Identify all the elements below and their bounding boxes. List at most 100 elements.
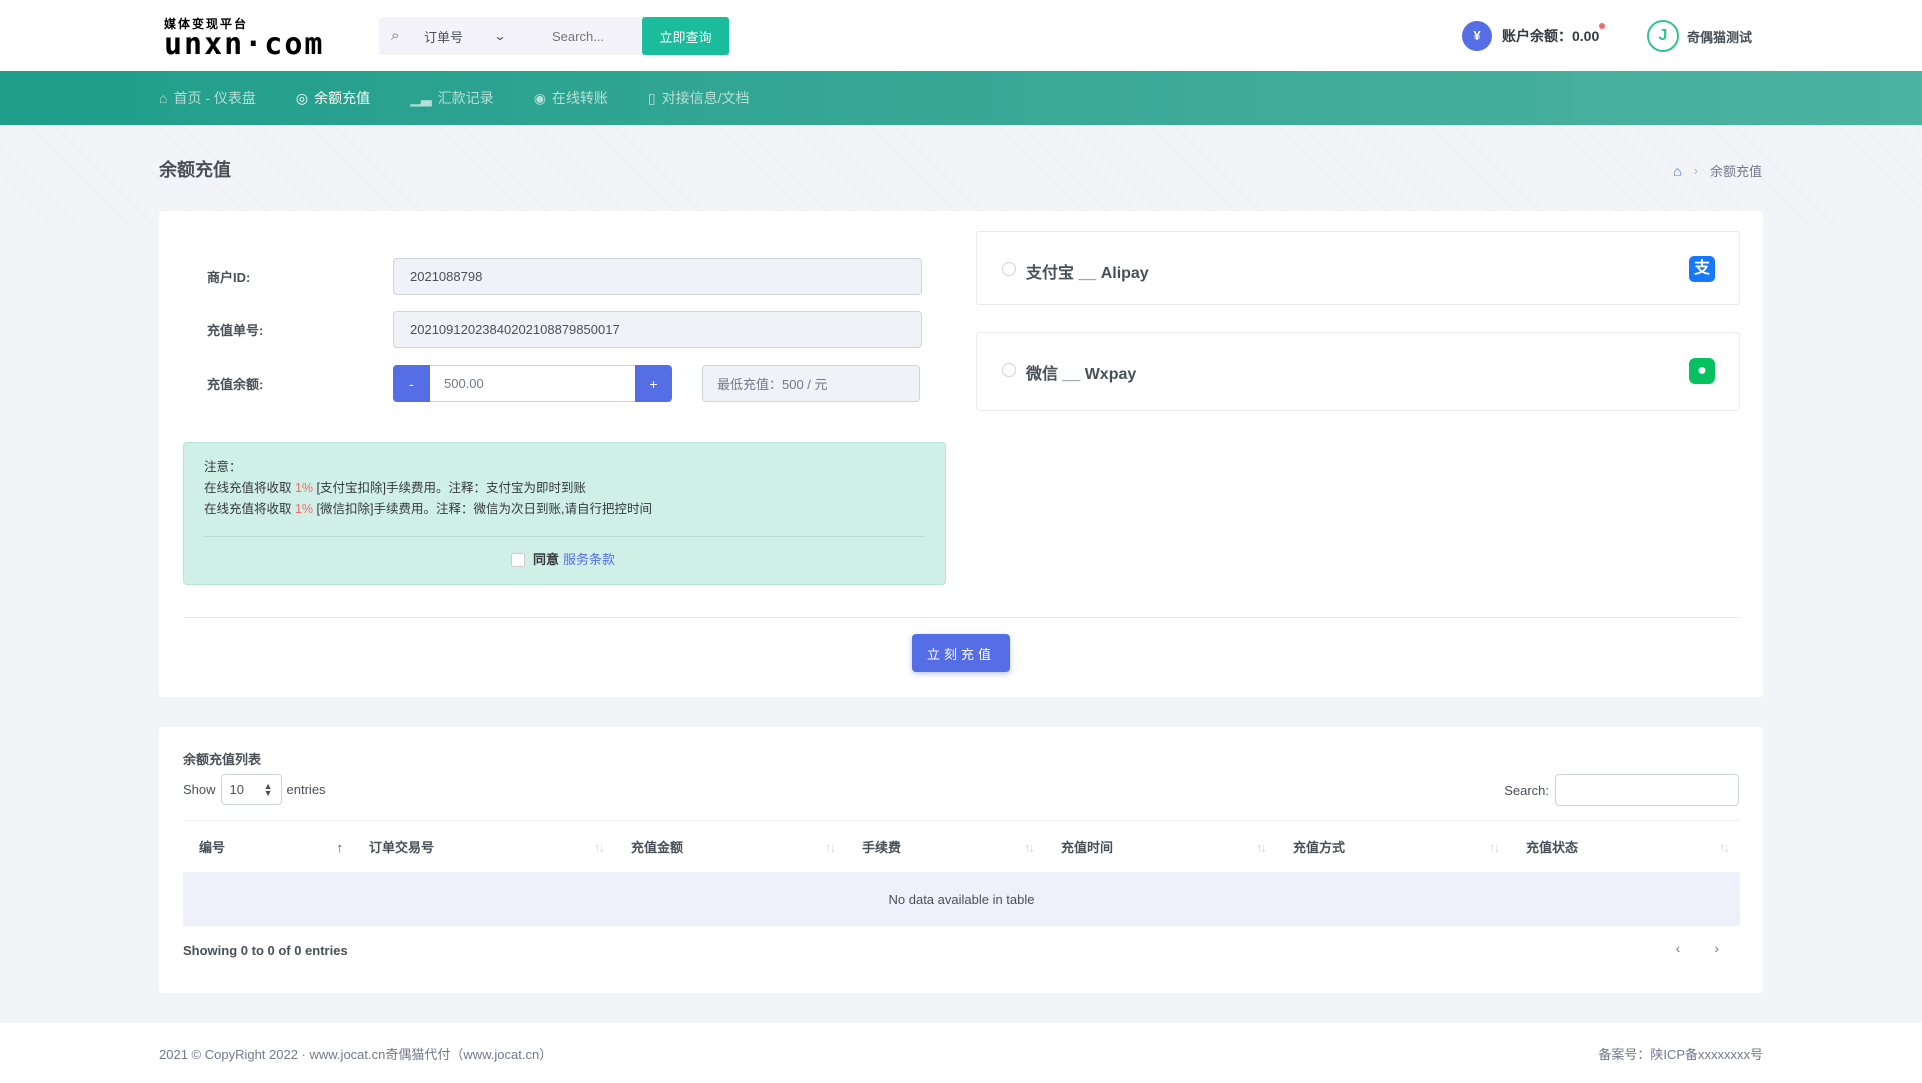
increment-button[interactable]: +	[635, 365, 672, 402]
column-fee[interactable]: 手续费 ↑↓	[846, 820, 1045, 874]
column-method[interactable]: 充值方式 ↑↓	[1277, 820, 1510, 874]
search-label: Search:	[1504, 782, 1549, 798]
breadcrumb: ⌂ › 余额充值	[1673, 161, 1762, 180]
wechat-icon: ●	[1689, 358, 1715, 384]
bar-chart-icon: ▁▃	[410, 89, 432, 106]
search-type-label: 订单号	[424, 29, 464, 45]
copyright: 2021 © CopyRight 2022 · www.jocat.cn奇偶猫代…	[159, 1047, 553, 1062]
notice-text: 在线充值将收取	[204, 481, 295, 495]
merchant-row: 商户ID: 2021088798	[207, 258, 922, 295]
sort-icon: ↑↓	[594, 839, 605, 855]
column-label: 手续费	[862, 840, 902, 855]
amount-label: 充值余额:	[207, 377, 264, 392]
nav-label: 对接信息/文档	[661, 90, 750, 106]
table-search-input[interactable]	[1555, 774, 1739, 806]
next-page-button[interactable]: ›	[1714, 940, 1719, 956]
column-label: 充值金额	[631, 840, 684, 855]
balance-label: 账户余额：0.00	[1502, 28, 1600, 44]
notice-line-wechat: 在线充值将收取 1% [微信扣除]手续费用。注释：微信为次日到账,请自行把控时间	[204, 499, 925, 520]
recharge-submit-button[interactable]: 立刻充值	[912, 634, 1010, 672]
footer: 2021 © CopyRight 2022 · www.jocat.cn奇偶猫代…	[0, 1023, 1922, 1083]
entries-label: entries	[286, 782, 326, 797]
form-divider	[183, 617, 1740, 618]
table-header: 编号 ↑ 订单交易号 ↑↓ 充值金额 ↑↓ 手续费 ↑↓ 充值时间 ↑↓ 充值方式 ↑↓ 充…	[183, 820, 1740, 874]
column-time[interactable]: 充值时间 ↑↓	[1045, 820, 1277, 874]
breadcrumb-current: 余额充值	[1709, 164, 1762, 179]
breadcrumb-separator: ›	[1693, 163, 1698, 178]
page-size-select[interactable]: 10 ▲ ▼	[220, 774, 282, 805]
nav-label: 首页 - 仪表盘	[173, 90, 256, 106]
recharge-card: 商户ID: 2021088798 充值单号: 20210912023840202…	[159, 211, 1763, 697]
merchant-id-field[interactable]: 2021088798	[393, 258, 922, 295]
page-size-value: 10	[229, 782, 244, 797]
account-balance[interactable]: ¥ 账户余额：0.00	[1462, 21, 1606, 51]
yen-icon: ¥	[1462, 21, 1492, 51]
order-label: 充值单号:	[207, 323, 264, 338]
query-button[interactable]: 立即查询	[642, 17, 729, 55]
order-number-field[interactable]: 20210912023840202108879850017	[393, 311, 922, 348]
notice-divider	[204, 536, 925, 537]
agree-label: 同意	[533, 552, 560, 567]
nav-item-docs[interactable]: ▯ 对接信息/文档	[648, 88, 750, 108]
page-size-control: Show 10 ▲ ▼ entries	[183, 774, 326, 805]
table-info: Showing 0 to 0 of 0 entries	[183, 943, 348, 958]
notice-text: 在线充值将收取	[204, 502, 295, 516]
pagination: ‹ ›	[1642, 940, 1719, 956]
nav-item-recharge[interactable]: ◎ 余额充值	[296, 88, 370, 108]
column-id[interactable]: 编号 ↑	[183, 820, 353, 874]
fee-percent: 1%	[294, 481, 314, 495]
agree-row: 同意 服务条款	[511, 549, 615, 570]
nav-item-remittance[interactable]: ▁▃ 汇款记录	[410, 88, 494, 108]
amount-stepper: - 500.00 +	[393, 365, 672, 402]
payment-label: 支付宝 __ Alipay	[1026, 265, 1149, 282]
notice-box: 注意： 在线充值将收取 1% [支付宝扣除]手续费用。注释：支付宝为即时到账 在…	[183, 442, 946, 585]
alipay-radio[interactable]	[1002, 262, 1016, 276]
agree-checkbox[interactable]	[511, 552, 525, 567]
search-input[interactable]	[534, 17, 642, 55]
order-search: ⌕ 订单号 ⌄ 立即查询	[379, 17, 735, 55]
topbar: 媒体变现平台 unxn·com ⌕ 订单号 ⌄ 立即查询 ¥ 账户余额：0.00…	[0, 0, 1922, 71]
background-pattern	[0, 125, 1922, 225]
sort-icon: ↑↓	[825, 839, 836, 855]
column-order-no[interactable]: 订单交易号 ↑↓	[353, 820, 615, 874]
column-label: 充值状态	[1526, 840, 1579, 855]
nav-label: 余额充值	[314, 90, 371, 106]
main-nav: ⌂ 首页 - 仪表盘 ◎ 余额充值 ▁▃ 汇款记录 ◉ 在线转账 ▯ 对接信息/…	[0, 71, 1922, 125]
payment-option-wechat[interactable]: 微信 __ Wxpay ●	[976, 332, 1740, 411]
user-menu[interactable]: J 奇偶猫测试	[1647, 20, 1752, 52]
column-status[interactable]: 充值状态 ↑↓	[1510, 820, 1740, 874]
balance-text: 账户余额：0.00	[1502, 23, 1606, 46]
column-label: 充值时间	[1061, 840, 1114, 855]
list-title: 余额充值列表	[183, 752, 262, 767]
target-icon: ◎	[295, 89, 309, 106]
recharge-table: 编号 ↑ 订单交易号 ↑↓ 充值金额 ↑↓ 手续费 ↑↓ 充值时间 ↑↓ 充值方式 ↑↓ 充…	[183, 820, 1740, 926]
payment-option-alipay[interactable]: 支付宝 __ Alipay 支	[976, 231, 1740, 305]
updown-arrow-icon: ▲ ▼	[263, 781, 273, 798]
recharge-list-card: 余额充值列表 Show 10 ▲ ▼ entries Search: 编号 ↑ 订单…	[159, 727, 1763, 993]
home-icon: ⌂	[159, 90, 168, 106]
logo[interactable]: 媒体变现平台 unxn·com	[164, 18, 325, 60]
home-icon[interactable]: ⌂	[1673, 163, 1681, 179]
page-title: 余额充值	[159, 160, 231, 180]
notice-text: [支付宝扣除]手续费用。注释：支付宝为即时到账	[313, 481, 586, 495]
chevron-down-icon: ⌄	[493, 29, 507, 43]
terms-link[interactable]: 服务条款	[563, 549, 615, 570]
user-name: 奇偶猫测试	[1687, 29, 1753, 45]
nav-item-dashboard[interactable]: ⌂ 首页 - 仪表盘	[159, 88, 256, 108]
sort-asc-icon: ↑	[336, 839, 343, 855]
show-label: Show	[183, 782, 216, 797]
payment-label: 微信 __ Wxpay	[1026, 366, 1137, 383]
column-amount[interactable]: 充值金额 ↑↓	[615, 820, 846, 874]
decrement-button[interactable]: -	[393, 365, 430, 402]
notice-text: [微信扣除]手续费用。注释：微信为次日到账,请自行把控时间	[313, 502, 652, 516]
prev-page-button[interactable]: ‹	[1676, 940, 1681, 956]
nav-item-transfer[interactable]: ◉ 在线转账	[534, 88, 608, 108]
sort-icon: ↑↓	[1719, 839, 1730, 855]
fee-percent: 1%	[294, 502, 314, 516]
amount-input[interactable]: 500.00	[430, 365, 635, 402]
search-type-select[interactable]: ⌕ 订单号 ⌄	[379, 17, 534, 55]
column-label: 充值方式	[1293, 840, 1346, 855]
sort-icon: ↑↓	[1489, 839, 1500, 855]
order-row: 充值单号: 20210912023840202108879850017	[207, 311, 922, 348]
wechat-radio[interactable]	[1002, 363, 1016, 377]
